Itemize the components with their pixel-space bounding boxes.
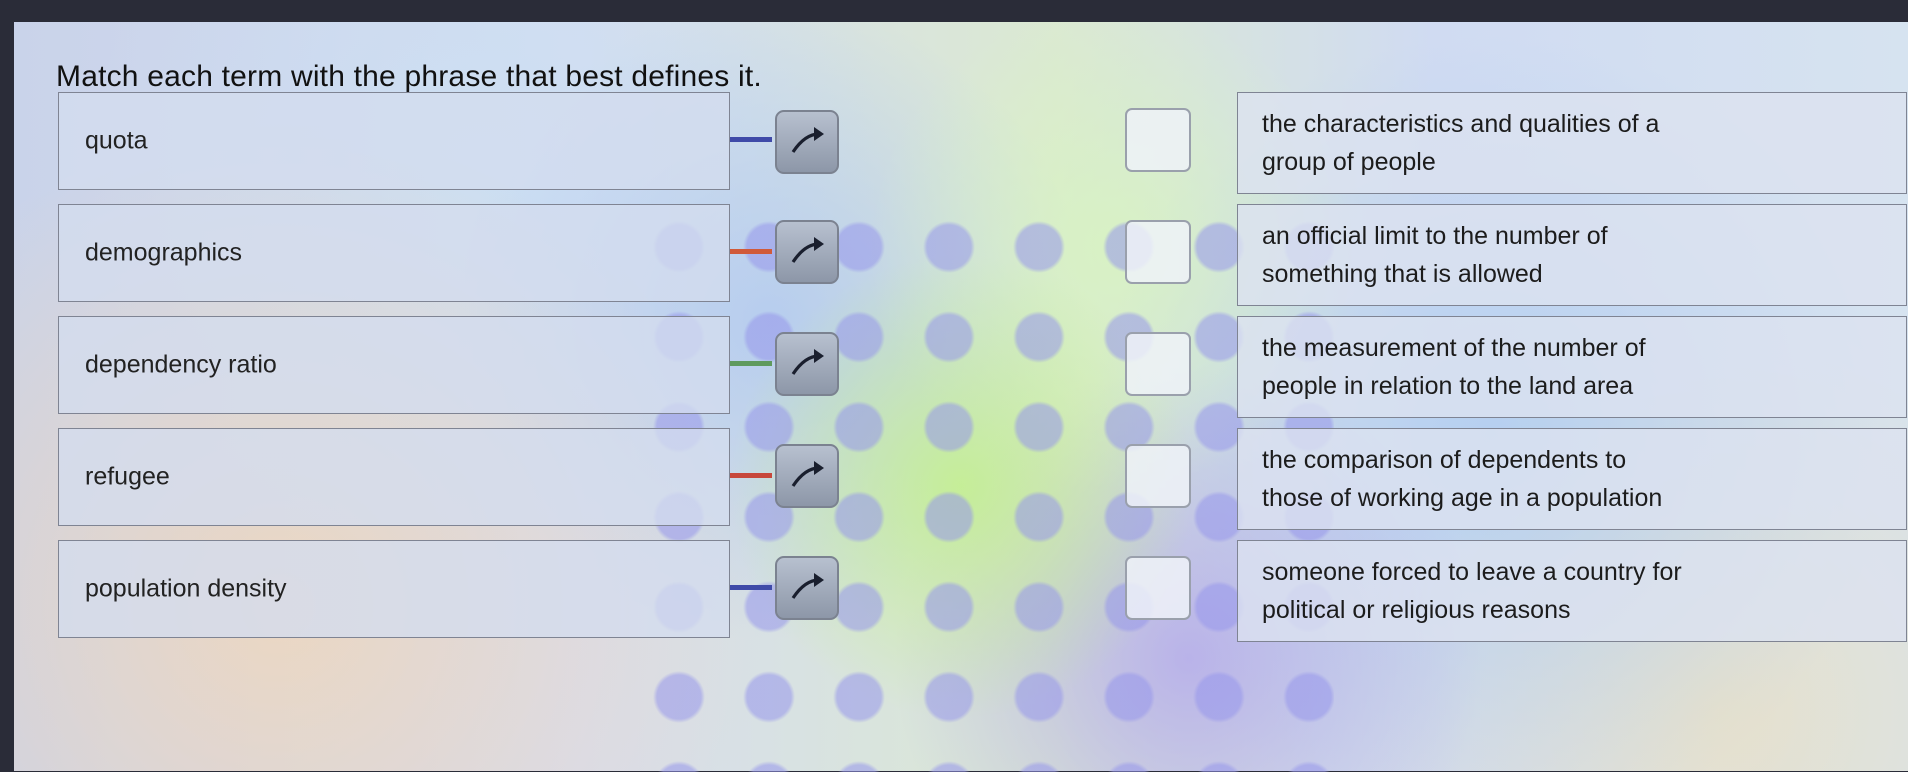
definition-text: the comparison of dependents to those of…	[1262, 441, 1862, 517]
connector-line	[730, 249, 772, 254]
drag-handle-dependency-ratio[interactable]	[775, 332, 839, 396]
definition-box-1: the characteristics and qualities of a g…	[1237, 92, 1907, 194]
arrow-icon	[791, 461, 824, 487]
connector-line	[730, 137, 772, 142]
definition-box-4: the comparison of dependents to those of…	[1237, 428, 1907, 530]
term-box-refugee: refugee	[58, 428, 730, 526]
definition-text: an official limit to the number of somet…	[1262, 217, 1862, 293]
connector-line	[730, 361, 772, 366]
connector-line	[730, 473, 772, 478]
term-box-dependency-ratio: dependency ratio	[58, 316, 730, 414]
drag-handle-quota[interactable]	[775, 110, 839, 174]
term-box-population-density: population density	[58, 540, 730, 638]
arrow-icon	[791, 573, 824, 599]
definition-text: the characteristics and qualities of a g…	[1262, 105, 1862, 181]
drop-slot-2[interactable]	[1125, 220, 1191, 284]
drag-handle-refugee[interactable]	[775, 444, 839, 508]
definition-line: political or religious reasons	[1262, 596, 1571, 624]
drag-handle-population-density[interactable]	[775, 556, 839, 620]
match-activity: Match each term with the phrase that bes…	[14, 22, 1908, 772]
drop-slot-4[interactable]	[1125, 444, 1191, 508]
definition-line: the comparison of dependents to	[1262, 446, 1627, 474]
definition-text: someone forced to leave a country for po…	[1262, 553, 1862, 629]
drag-handle-demographics[interactable]	[775, 220, 839, 284]
background-pattern	[634, 202, 1334, 772]
instructions: Match each term with the phrase that bes…	[56, 60, 762, 93]
definition-box-5: someone forced to leave a country for po…	[1237, 540, 1907, 642]
definition-line: those of working age in a population	[1262, 484, 1663, 512]
term-label: population density	[85, 574, 287, 603]
drop-slot-3[interactable]	[1125, 332, 1191, 396]
term-label: quota	[85, 126, 148, 155]
arrow-icon	[791, 127, 824, 153]
term-box-demographics: demographics	[58, 204, 730, 302]
term-box-quota: quota	[58, 92, 730, 190]
arrow-icon	[791, 349, 824, 375]
connector-line	[730, 585, 772, 590]
drop-slot-1[interactable]	[1125, 108, 1191, 172]
arrow-icon	[791, 237, 824, 263]
definition-box-2: an official limit to the number of somet…	[1237, 204, 1907, 306]
term-label: demographics	[85, 238, 243, 267]
definition-line: the characteristics and qualities of a	[1262, 110, 1660, 138]
definition-line: people in relation to the land area	[1262, 372, 1634, 400]
definition-line: the measurement of the number of	[1262, 334, 1646, 362]
definition-text: the measurement of the number of people …	[1262, 329, 1862, 405]
definition-line: someone forced to leave a country for	[1262, 558, 1682, 586]
term-label: dependency ratio	[85, 350, 277, 379]
definition-line: group of people	[1262, 148, 1436, 176]
definition-line: something that is allowed	[1262, 260, 1543, 288]
term-label: refugee	[85, 462, 170, 491]
drop-slot-5[interactable]	[1125, 556, 1191, 620]
definition-line: an official limit to the number of	[1262, 222, 1608, 250]
definition-box-3: the measurement of the number of people …	[1237, 316, 1907, 418]
